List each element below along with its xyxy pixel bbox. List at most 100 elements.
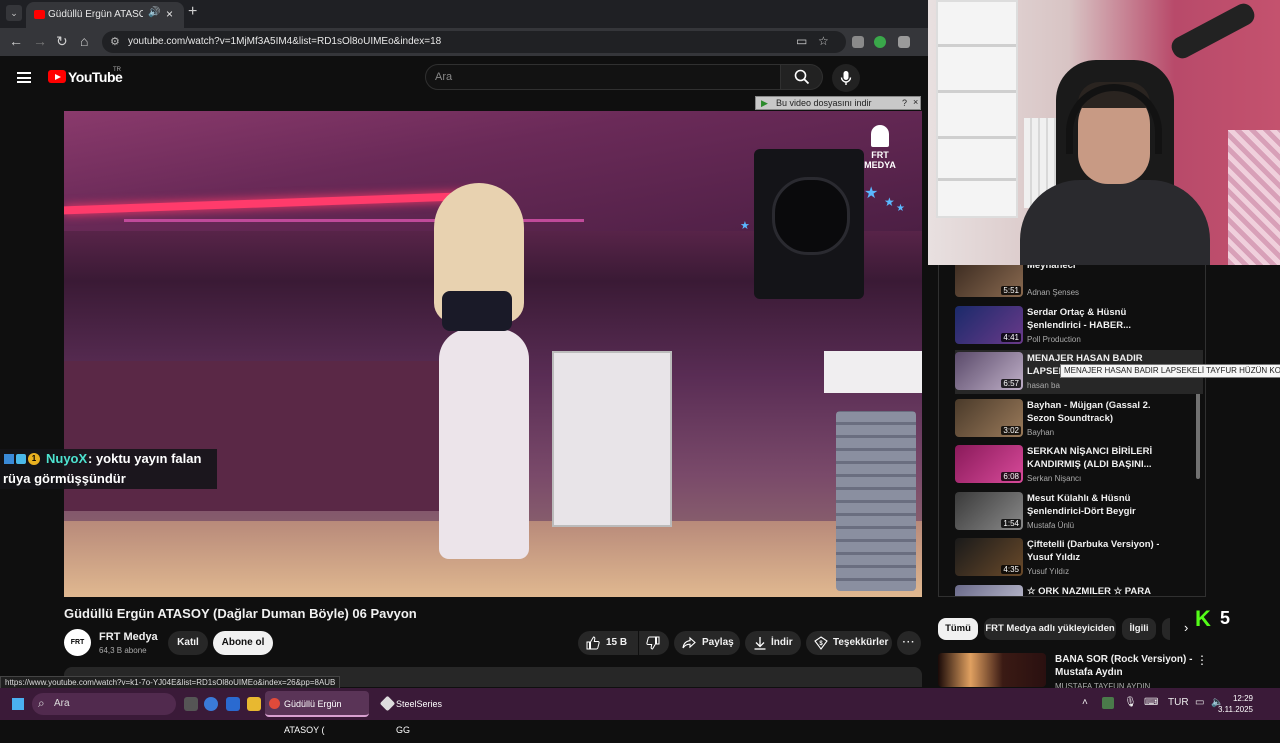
taskbar-clock[interactable]: 12:29 3.11.2025 <box>1218 693 1253 715</box>
share-label: Paylaş <box>702 637 734 648</box>
dislike-button[interactable] <box>639 631 669 655</box>
kick-logo-icon: K <box>1195 606 1211 631</box>
file-explorer-icon[interactable] <box>247 697 261 711</box>
download-button[interactable]: İndir <box>745 631 801 655</box>
back-button[interactable]: ← <box>9 33 23 49</box>
video-duration: 6:57 <box>1001 379 1021 388</box>
playlist-thumbnail[interactable]: 4:35 <box>955 538 1023 576</box>
search-input[interactable]: Ara <box>425 64 781 90</box>
playlist-thumbnail[interactable]: 6:57 <box>955 352 1023 390</box>
star-icon: ★ <box>884 195 895 209</box>
close-tab-icon[interactable]: × <box>166 7 173 21</box>
chip-from-uploader[interactable]: FRT Medya adlı yükleyiciden <box>984 618 1116 640</box>
youtube-logo-icon[interactable] <box>48 70 66 83</box>
stream-chat-message: 1 NuyoX : yoktu yayın falan rüya görmüşş… <box>0 449 217 489</box>
playlist-item-channel: hasan ba <box>1027 381 1060 390</box>
extensions-icon[interactable] <box>898 36 910 48</box>
like-button[interactable]: 15 B <box>578 631 638 655</box>
tooltip: MENAJER HASAN BADIR LAPSEKELİ TAYFUR HÜZ… <box>1060 364 1280 378</box>
clock-time: 12:29 <box>1232 694 1253 703</box>
site-info-icon[interactable]: ⚙ <box>110 35 120 48</box>
video-player[interactable]: FRT MEDYA ★ ★ ★ ★ <box>64 111 922 597</box>
related-video-thumbnail[interactable] <box>938 653 1046 687</box>
taskbar-steelseries-app[interactable]: SteelSeries GG <box>378 691 458 735</box>
more-actions-button[interactable]: ··· <box>897 631 921 655</box>
playlist-thumbnail[interactable]: 3:02 <box>955 398 1023 437</box>
join-button[interactable]: Katıl <box>168 631 208 655</box>
playlist-item[interactable]: 5:51 Meyhaneci Adnan Şenses <box>955 265 1203 301</box>
playlist-thumbnail[interactable]: 6:08 <box>955 445 1023 483</box>
playlist-item-title: Meyhaneci <box>1027 265 1076 271</box>
playlist-item[interactable]: 1:54 Mesut Külahlı & Hüsnü Şenlendirici-Dö… <box>955 490 1203 534</box>
language-indicator[interactable]: TUR <box>1168 697 1189 708</box>
forward-button[interactable]: → <box>33 33 47 49</box>
chat-username: NuyoX <box>46 451 88 466</box>
channel-name[interactable]: FRT Medya <box>99 631 158 643</box>
speaker-icon[interactable]: 🔊 <box>148 7 160 18</box>
related-video-title[interactable]: Mustafa Aydın <box>1055 667 1123 678</box>
help-icon[interactable]: ? <box>902 98 907 108</box>
playlist-thumbnail[interactable]: 1:54 <box>955 491 1023 530</box>
network-icon[interactable]: ▭ <box>1195 697 1204 708</box>
chip-partial[interactable] <box>1162 618 1170 640</box>
task-view-icon[interactable] <box>184 697 198 711</box>
microphone-icon[interactable]: 🎙 <box>1124 697 1137 708</box>
reload-button[interactable]: ↻ <box>56 33 68 50</box>
voice-search-button[interactable] <box>832 64 860 92</box>
chat-message: : yoktu yayın falan <box>88 451 202 466</box>
playlist-item[interactable]: 4:41 Serdar Ortaç & Hüsnü Şenlendirici - H… <box>955 304 1203 348</box>
menu-icon[interactable] <box>17 72 31 83</box>
browser-tab-active[interactable]: Güdüllü Ergün ATASOY (Dağ 🔊 × <box>26 2 184 28</box>
star-icon: ★ <box>864 185 879 202</box>
download-annotation-text[interactable]: Bu video dosyasını indir <box>776 98 872 108</box>
search-icon <box>794 69 810 85</box>
share-button[interactable]: Paylaş <box>674 631 740 655</box>
cast-icon[interactable]: ▭ <box>796 34 807 48</box>
tab-search-dropdown[interactable]: ⌄ <box>6 5 22 21</box>
app-icon[interactable] <box>204 697 218 711</box>
taskbar-chrome-app[interactable]: Güdüllü Ergün ATASOY ( <box>265 691 369 735</box>
playlist-item[interactable]: ☆ ORK NAZMILER ☆ PARABİZDE ☆ ♫ █▬█ █ ▀█▀… <box>955 583 1203 596</box>
video-duration: 4:35 <box>1001 565 1021 574</box>
watermark-text: FRT MEDYA <box>864 150 896 170</box>
playlist-item-title: Şenlendirici-Dört Beygir <box>1027 505 1136 517</box>
chip-related[interactable]: İlgili <box>1122 618 1156 640</box>
extension-green-icon[interactable] <box>874 36 886 48</box>
playlist-item[interactable]: 6:08 SERKAN NİŞANCI BİRİLERİ KANDIRMIŞ (AL… <box>955 443 1203 487</box>
bookmark-star-icon[interactable]: ☆ <box>818 34 829 48</box>
search-button[interactable] <box>781 64 823 90</box>
address-bar[interactable]: ⚙ youtube.com/watch?v=1MjMf3A5IM4&list=R… <box>102 31 846 53</box>
playlist-thumbnail[interactable]: 5:51 <box>955 265 1023 297</box>
chevron-right-icon[interactable]: › <box>1184 620 1188 635</box>
related-video-title[interactable]: BANA SOR (Rock Versiyon) - <box>1055 654 1192 665</box>
windows-start-icon[interactable] <box>12 698 24 710</box>
playlist-item-title: Serdar Ortaç & Hüsnü <box>1027 306 1127 318</box>
playlist-item-title: KANDIRMIŞ (ALDI BAŞINI... <box>1027 459 1152 470</box>
app-icon[interactable] <box>226 697 240 711</box>
download-annotation-bar[interactable]: ▶ Bu video dosyasını indir ? × <box>755 96 921 110</box>
home-button[interactable]: ⌂ <box>80 33 88 49</box>
more-vert-icon[interactable]: ⋮ <box>1196 653 1208 667</box>
chip-all[interactable]: Tümü <box>938 618 978 640</box>
video-scene-dancer <box>439 329 529 559</box>
playlist-item[interactable]: 3:02 Bayhan - Müjgan (Gassal 2. Sezon Soun… <box>955 397 1203 441</box>
subscribe-button[interactable]: Abone ol <box>213 631 273 655</box>
playlist-thumbnail[interactable]: 4:41 <box>955 305 1023 344</box>
new-tab-button[interactable]: + <box>188 3 197 21</box>
keyboard-icon[interactable]: ⌨ <box>1144 697 1158 708</box>
playlist-item-channel: Adnan Şenses <box>1027 288 1080 297</box>
thanks-button[interactable]: $ Teşekkürler <box>806 631 892 655</box>
taskbar-search[interactable]: ⌕ Ara <box>32 693 176 715</box>
close-icon[interactable]: × <box>913 97 918 107</box>
video-duration: 1:54 <box>1001 518 1021 528</box>
playlist-item[interactable]: 4:35 Çiftetelli (Darbuka Versiyon) - Yusuf… <box>955 536 1203 580</box>
tray-expand-icon[interactable]: ˄ <box>1082 697 1088 708</box>
video-scene-rolls <box>836 411 916 591</box>
playlist-thumbnail[interactable] <box>955 584 1023 596</box>
extension-shield-icon[interactable] <box>852 36 864 48</box>
tray-app-icon[interactable] <box>1102 697 1114 709</box>
channel-avatar[interactable]: FRT <box>64 629 91 656</box>
thanks-label: Teşekkürler <box>833 637 889 648</box>
playlist-item-channel: Bayhan <box>1027 427 1055 437</box>
download-label: İndir <box>771 637 793 648</box>
